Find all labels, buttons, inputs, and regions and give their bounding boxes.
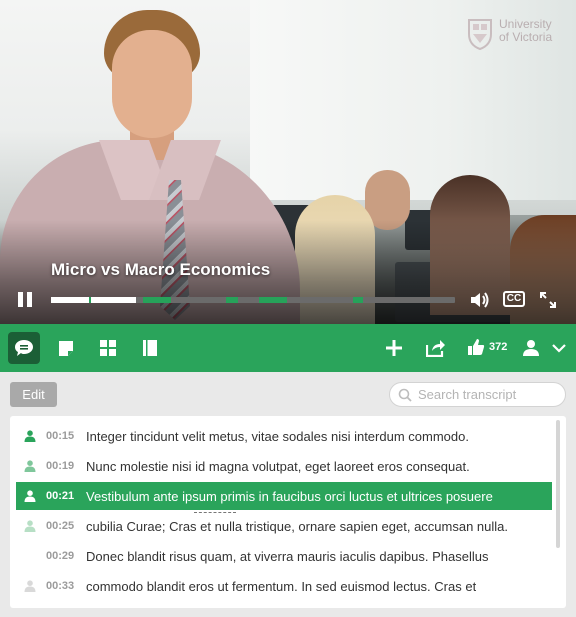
tab-grid[interactable] (96, 332, 120, 364)
word-highlight-underline (194, 512, 236, 513)
transcript-row[interactable]: 00:25 cubilia Curae; Cras et nulla tristi… (16, 512, 552, 540)
pause-icon (27, 292, 32, 307)
book-icon (143, 340, 157, 356)
transcript-text[interactable]: Vestibulum ante ipsum primis in faucibus… (86, 489, 493, 504)
user-menu-dropdown[interactable] (550, 332, 568, 364)
progress-bar[interactable] (51, 297, 455, 303)
progress-played (51, 297, 136, 303)
volume-icon[interactable] (470, 291, 490, 309)
transcript-row-active[interactable]: 00:21 Vestibulum ante ipsum primis in fau… (16, 482, 552, 510)
speaker-icon (24, 550, 36, 562)
closed-captions-icon[interactable]: CC (503, 291, 525, 307)
transcript-list: 00:15 Integer tincidunt velit metus, vita… (10, 416, 566, 608)
university-logo: University of Victoria (467, 18, 552, 50)
transcript-text[interactable]: Donec blandit risus quam, at viverra mau… (86, 549, 488, 564)
search-icon (398, 388, 412, 402)
transcript-panel: Edit 00:15Integer tincidunt velit metus,… (0, 372, 576, 617)
share-icon (426, 340, 445, 357)
grid-icon (100, 340, 116, 356)
share-button[interactable] (423, 332, 449, 364)
user-menu-button[interactable] (520, 332, 542, 364)
transcript-row[interactable]: 00:33 commodo blandit eros ut fermentum. … (16, 572, 552, 600)
transcript-row[interactable]: 00:19 Nunc molestie nisi id magna volutpa… (16, 452, 552, 480)
transcript-text[interactable]: Integer tincidunt velit metus, vitae sod… (86, 429, 469, 444)
progress-marker (89, 297, 91, 303)
chevron-down-icon (552, 344, 566, 353)
speaker-icon (24, 430, 36, 442)
search-input[interactable] (418, 387, 558, 402)
fullscreen-icon[interactable] (540, 292, 556, 308)
transcript-row[interactable]: 00:29 Donec blandit risus quam, at viverr… (16, 542, 552, 570)
pause-icon (18, 292, 23, 307)
add-button[interactable] (382, 332, 406, 364)
edit-button[interactable]: Edit (10, 382, 57, 407)
toolbar: 372 (0, 324, 576, 372)
transcript-text[interactable]: commodo blandit eros ut fermentum. In se… (86, 579, 476, 594)
crest-icon (468, 19, 492, 50)
tab-notes[interactable] (54, 332, 78, 364)
progress-marker (353, 297, 363, 303)
chat-bubble-icon (15, 340, 33, 356)
logo-line-2: of Victoria (499, 30, 553, 44)
transcript-time[interactable]: 00:25 (46, 520, 86, 532)
speaker-icon (24, 460, 36, 472)
scrollbar[interactable] (556, 420, 560, 548)
like-button[interactable]: 372 (467, 338, 507, 356)
transcript-time[interactable]: 00:29 (46, 550, 86, 562)
video-player[interactable]: University of Victoria Micro vs Macro Ec… (0, 0, 576, 324)
transcript-row[interactable]: 00:15 Integer tincidunt velit metus, vita… (16, 422, 552, 450)
video-title: Micro vs Macro Economics (51, 260, 271, 279)
transcript-time[interactable]: 00:19 (46, 460, 86, 472)
thumbs-up-icon (468, 339, 485, 355)
video-presenter (112, 30, 192, 138)
tab-transcript[interactable] (8, 332, 40, 364)
search-transcript[interactable] (389, 382, 566, 407)
transcript-time[interactable]: 00:33 (46, 580, 86, 592)
user-icon (523, 340, 539, 356)
progress-marker (143, 297, 171, 303)
progress-marker (226, 297, 238, 303)
tab-book[interactable] (138, 332, 162, 364)
progress-marker (259, 297, 287, 303)
speaker-icon (24, 490, 36, 502)
transcript-time[interactable]: 00:21 (46, 490, 86, 502)
note-icon (59, 341, 73, 356)
speaker-icon (24, 520, 36, 532)
speaker-icon (24, 580, 36, 592)
transcript-text[interactable]: cubilia Curae; Cras et nulla tristique, … (86, 519, 508, 534)
logo-text: University of Victoria (499, 18, 552, 44)
plus-icon (386, 340, 402, 356)
transcript-text[interactable]: Nunc molestie nisi id magna volutpat, eg… (86, 459, 470, 474)
transcript-time[interactable]: 00:15 (46, 430, 86, 442)
likes-count: 372 (489, 341, 508, 353)
pause-button[interactable] (18, 292, 34, 308)
